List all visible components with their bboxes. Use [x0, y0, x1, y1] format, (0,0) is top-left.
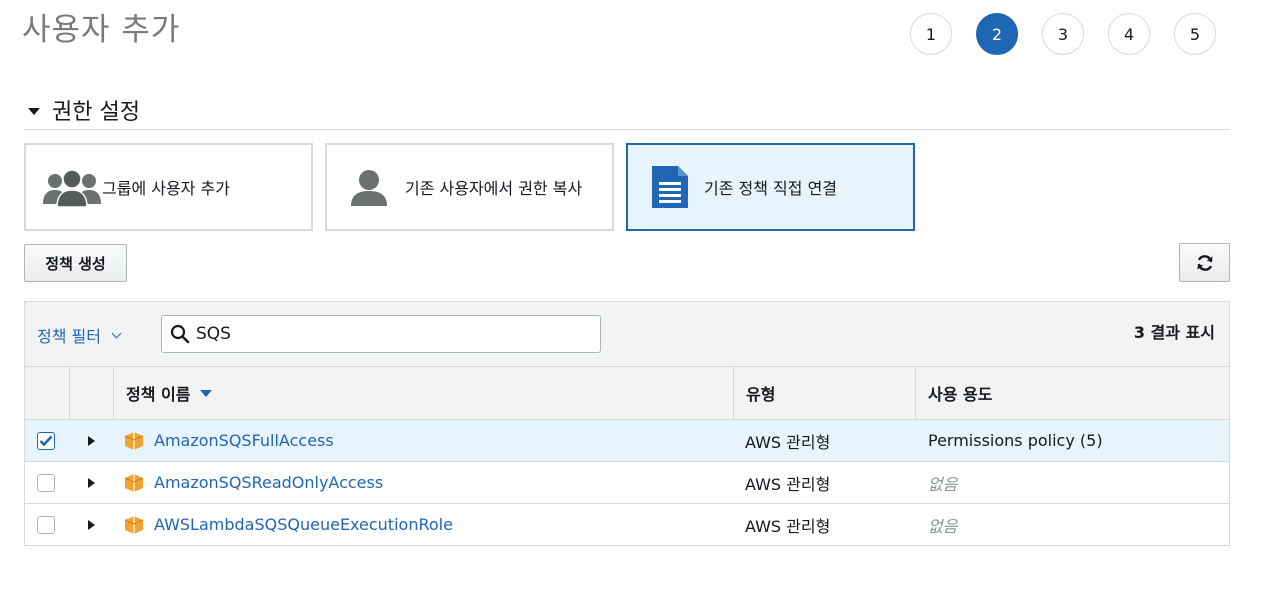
policy-usage: 없음: [928, 474, 958, 494]
result-count: 3 결과 표시: [1133, 323, 1215, 342]
section-divider: [24, 129, 1230, 130]
column-header-name-label: 정책 이름: [126, 385, 191, 404]
search-input[interactable]: [194, 323, 578, 345]
policy-table: 정책 필터 3 결과 표시 정책 이름 유형 사용 용도: [24, 301, 1230, 546]
section-header-permissions[interactable]: 권한 설정: [28, 94, 140, 126]
policy-usage: 없음: [928, 516, 958, 536]
step-1[interactable]: 1: [910, 13, 952, 55]
option-add-to-group[interactable]: 그룹에 사용자 추가: [24, 143, 313, 231]
table-row[interactable]: AmazonSQSFullAccess AWS 관리형 Permissions …: [25, 420, 1229, 462]
user-icon: [347, 167, 391, 207]
column-header-name[interactable]: 정책 이름: [126, 367, 213, 419]
expand-row-icon[interactable]: [88, 477, 95, 488]
option-label: 기존 정책 직접 연결: [704, 179, 838, 198]
policy-filter-dropdown[interactable]: 정책 필터: [37, 323, 122, 347]
policy-type: AWS 관리형: [745, 432, 831, 452]
document-icon: [650, 164, 690, 210]
page-title: 사용자 추가: [22, 12, 181, 48]
option-attach-policies[interactable]: 기존 정책 직접 연결: [626, 143, 915, 231]
step-2[interactable]: 2: [976, 13, 1018, 55]
refresh-icon: [1195, 253, 1215, 273]
policy-icon: [124, 515, 144, 535]
column-header-usage[interactable]: 사용 용도: [928, 367, 992, 419]
policy-usage: Permissions policy (5): [928, 431, 1103, 450]
section-title: 권한 설정: [52, 100, 140, 125]
search-box[interactable]: [161, 315, 601, 353]
step-5[interactable]: 5: [1174, 13, 1216, 55]
row-checkbox[interactable]: [37, 515, 55, 534]
policy-name-link[interactable]: AWSLambdaSQSQueueExecutionRole: [154, 515, 453, 534]
table-row[interactable]: AWSLambdaSQSQueueExecutionRole AWS 관리형 없…: [25, 504, 1229, 546]
expand-row-icon[interactable]: [88, 519, 95, 530]
policy-icon: [124, 431, 144, 451]
sort-desc-icon: [200, 389, 213, 397]
checkmark-icon: [39, 435, 53, 446]
step-3[interactable]: 3: [1042, 13, 1084, 55]
step-4[interactable]: 4: [1108, 13, 1150, 55]
row-checkbox[interactable]: [37, 473, 55, 492]
option-label: 기존 사용자에서 권한 복사: [405, 179, 583, 198]
caret-down-icon: [28, 107, 40, 115]
create-policy-button[interactable]: 정책 생성: [24, 244, 127, 282]
refresh-button[interactable]: [1179, 243, 1230, 282]
option-copy-permissions[interactable]: 기존 사용자에서 권한 복사: [325, 143, 614, 231]
column-header-type[interactable]: 유형: [746, 367, 775, 419]
policy-type: AWS 관리형: [745, 474, 831, 494]
expand-row-icon[interactable]: [88, 435, 95, 446]
filter-bar: 정책 필터 3 결과 표시: [25, 302, 1229, 367]
table-row[interactable]: AmazonSQSReadOnlyAccess AWS 관리형 없음: [25, 462, 1229, 504]
policy-name-link[interactable]: AmazonSQSReadOnlyAccess: [154, 473, 383, 492]
search-icon: [170, 324, 190, 344]
policy-icon: [124, 473, 144, 493]
policy-filter-label: 정책 필터: [37, 327, 101, 346]
group-icon: [42, 167, 102, 208]
row-checkbox[interactable]: [37, 431, 55, 450]
option-label: 그룹에 사용자 추가: [102, 179, 230, 198]
policy-name-link[interactable]: AmazonSQSFullAccess: [154, 431, 334, 450]
table-header-row: 정책 이름 유형 사용 용도: [25, 367, 1229, 420]
chevron-down-icon: [111, 328, 122, 339]
policy-type: AWS 관리형: [745, 516, 831, 536]
